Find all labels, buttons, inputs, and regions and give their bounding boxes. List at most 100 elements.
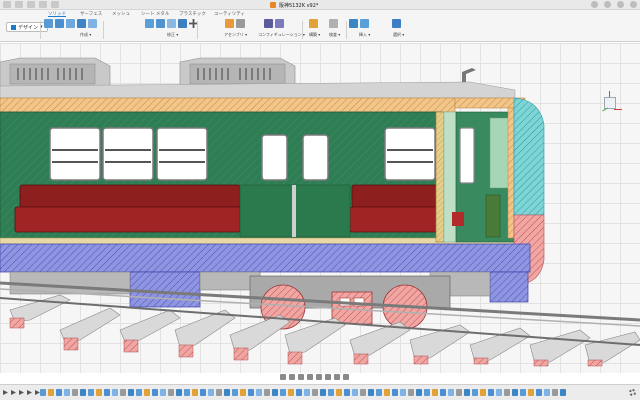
timeline-feature[interactable] [352,389,358,396]
toolbar-group-inspect[interactable]: 検査 ▾ [329,19,340,41]
go-start-icon[interactable] [3,390,8,395]
tab-surface[interactable]: サーフェス [80,11,102,17]
timeline-feature[interactable] [48,389,54,396]
timeline-feature[interactable] [240,389,246,396]
box-icon[interactable] [88,19,97,28]
timeline-feature[interactable] [96,389,102,396]
revolve-icon[interactable] [77,19,86,28]
timeline-feature[interactable] [432,389,438,396]
timeline-feature[interactable] [376,389,382,396]
file-icon[interactable] [15,1,23,8]
timeline-feature[interactable] [192,389,198,396]
select-icon[interactable] [392,19,401,28]
grid-settings-icon[interactable] [334,374,340,380]
timeline-feature[interactable] [440,389,446,396]
timeline-feature[interactable] [288,389,294,396]
timeline-feature[interactable] [168,389,174,396]
tab-solid[interactable]: ソリッド [48,11,66,17]
timeline-feature[interactable] [336,389,342,396]
timeline-feature[interactable] [40,389,46,396]
design-viewport[interactable] [0,43,640,373]
step-forward-icon[interactable] [27,390,32,395]
timeline-feature[interactable] [152,389,158,396]
notification-icon[interactable] [604,1,611,8]
timeline-feature[interactable] [208,389,214,396]
timeline-feature[interactable] [184,389,190,396]
toolbar-group-modify[interactable]: 修正 ▾ [145,19,198,41]
tab-mesh[interactable]: メッシュ [112,11,130,17]
timeline-feature[interactable] [416,389,422,396]
timeline-feature[interactable] [224,389,230,396]
pan-icon[interactable] [298,374,304,380]
timeline-feature[interactable] [328,389,334,396]
timeline-feature[interactable] [464,389,470,396]
timeline-feature[interactable] [80,389,86,396]
toolbar-group-construct[interactable]: 構築 ▾ [309,19,320,41]
timeline-feature[interactable] [264,389,270,396]
joint-icon[interactable] [236,19,245,28]
workspace-switcher[interactable]: デザイン ▾ [6,22,48,32]
account-icon[interactable] [630,1,637,8]
timeline-feature[interactable] [528,389,534,396]
gear-icon[interactable] [629,389,636,396]
timeline-feature[interactable] [496,389,502,396]
toolbar-group-select[interactable]: 選択 ▾ [392,19,404,41]
timeline-feature[interactable] [400,389,406,396]
insert-derive-icon[interactable] [349,19,358,28]
timeline-feature[interactable] [512,389,518,396]
timeline-feature[interactable] [296,389,302,396]
timeline-feature[interactable] [56,389,62,396]
display-settings-icon[interactable] [325,374,331,380]
press-pull-icon[interactable] [145,19,154,28]
timeline-feature[interactable] [136,389,142,396]
extrude-icon[interactable] [66,19,75,28]
train-section-model[interactable] [0,43,640,373]
timeline-feature[interactable] [232,389,238,396]
sketch-icon[interactable] [55,19,64,28]
save-icon[interactable] [27,1,35,8]
timeline-feature[interactable] [488,389,494,396]
timeline-feature[interactable] [536,389,542,396]
timeline-feature[interactable] [384,389,390,396]
timeline-feature[interactable] [256,389,262,396]
timeline-feature[interactable] [424,389,430,396]
undo-icon[interactable] [39,1,47,8]
timeline-feature[interactable] [408,389,414,396]
shell-icon[interactable] [167,19,176,28]
timeline-feature[interactable] [304,389,310,396]
timeline-feature[interactable] [88,389,94,396]
insert-image-icon[interactable] [360,19,369,28]
timeline-feature[interactable] [128,389,134,396]
timeline-feature[interactable] [248,389,254,396]
timeline-feature[interactable] [504,389,510,396]
orbit-icon[interactable] [280,374,286,380]
timeline-feature[interactable] [120,389,126,396]
timeline-feature[interactable] [144,389,150,396]
look-at-icon[interactable] [289,374,295,380]
timeline-feature[interactable] [312,389,318,396]
timeline-feature[interactable] [176,389,182,396]
timeline-feature[interactable] [480,389,486,396]
timeline-feature[interactable] [112,389,118,396]
timeline-feature[interactable] [552,389,558,396]
timeline-feature[interactable] [64,389,70,396]
toolbar-group-create[interactable]: 作成 ▾ [44,19,97,41]
timeline-feature[interactable] [280,389,286,396]
timeline-feature[interactable] [272,389,278,396]
zoom-icon[interactable] [307,374,313,380]
toolbar-group-assemble[interactable]: アセンブリ ▾ [224,19,247,41]
new-component-assemble-icon[interactable] [225,19,234,28]
timeline-feature[interactable] [544,389,550,396]
timeline-feature[interactable] [472,389,478,396]
tab-utility[interactable]: ユーティリティ [214,11,245,17]
viewcube-icon[interactable] [600,91,622,115]
toolbar-group-configure[interactable]: コンフィギュレーション ▾ [258,19,305,41]
timeline-feature[interactable] [360,389,366,396]
redo-icon[interactable] [51,1,59,8]
measure-icon[interactable] [329,19,338,28]
help-icon[interactable] [617,1,624,8]
tab-sheet-metal[interactable]: シート メタル [141,11,169,17]
timeline-feature[interactable] [392,389,398,396]
step-back-icon[interactable] [11,390,16,395]
timeline-feature[interactable] [104,389,110,396]
